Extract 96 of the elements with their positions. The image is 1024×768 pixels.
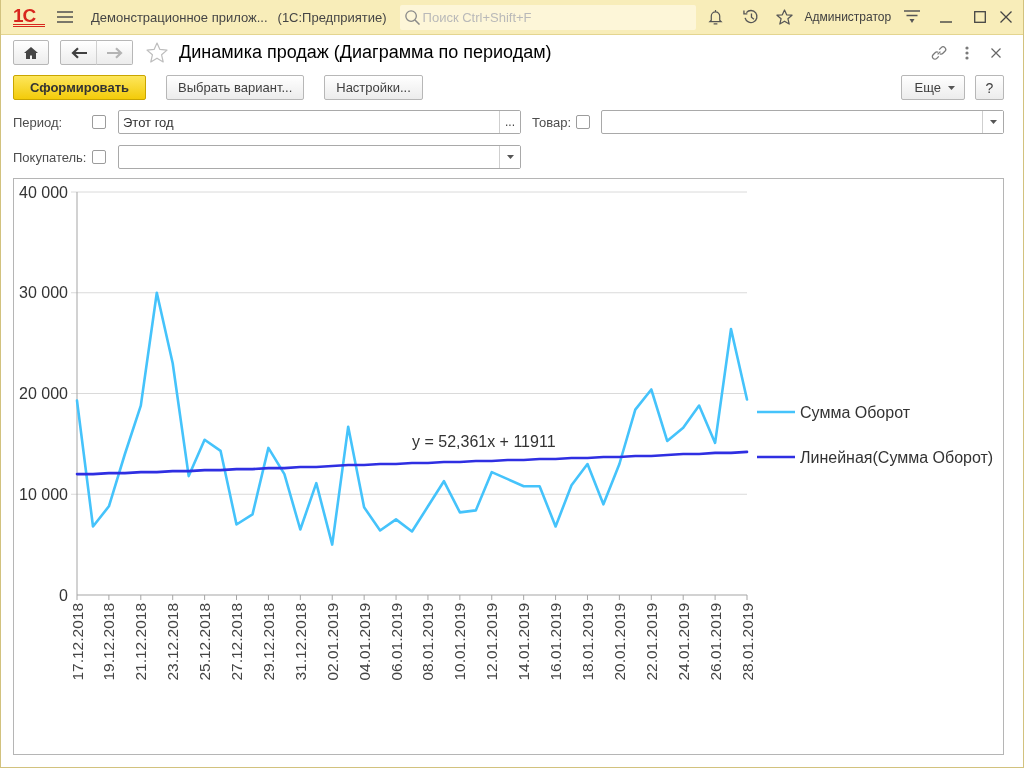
search-icon [404,9,420,25]
tick-mark [587,594,588,601]
choice-button[interactable]: ... [499,111,520,133]
field-label: Товар: [532,114,572,130]
caret-icon [506,155,514,159]
tick-mark [267,594,269,601]
axis-label: 0 [59,586,68,604]
tick-mark [395,594,397,601]
tick-mark [491,594,493,601]
axis-label: 12.01.2019 [483,603,501,681]
dropdown-button[interactable] [499,146,520,168]
tick-mark [363,594,365,601]
toolbar-button[interactable]: Выбрать вариант... [166,75,305,100]
checkbox[interactable] [92,115,106,129]
caret-icon [948,85,955,90]
axis-label: 22.01.2019 [642,603,660,681]
close-icon[interactable] [1000,11,1013,23]
tick-mark [523,594,525,601]
search-field[interactable]: Поиск Ctrl+Shift+F [399,4,696,30]
star-icon[interactable] [775,9,793,25]
tick-mark [714,594,716,601]
axis-label: 25.12.2018 [196,603,214,681]
axis-label: 06.01.2019 [387,603,405,681]
axis-label: 40 000 [19,183,68,201]
checkbox[interactable] [92,150,106,164]
axis-label: 24.01.2019 [674,603,692,681]
axis-label: 08.01.2019 [419,603,437,681]
input-field[interactable] [601,110,1004,134]
trend-equation: y = 52,361x + 11911 [412,433,556,450]
form-title: Динамика продаж (Диаграмма по периодам) [179,42,552,63]
axis-label: 02.01.2019 [323,603,341,681]
more-button[interactable]: Еще [900,75,965,100]
home-button[interactable] [13,40,49,65]
axis-label: 28.01.2019 [738,603,756,681]
list-caret-icon[interactable] [904,10,921,24]
tick-mark [650,594,652,601]
legend-label: Сумма Оборот [800,404,910,421]
tick-mark [555,594,557,601]
input-field[interactable] [118,145,521,169]
dropdown-button[interactable] [982,111,1003,133]
tick-mark [459,594,461,601]
axis-label: 26.01.2019 [706,603,724,681]
tick-mark [682,594,684,601]
field-label: Покупатель: [13,149,88,165]
star-icon[interactable] [146,42,168,63]
arrow-right-icon [106,46,123,59]
axis-label: 30 000 [19,284,68,302]
checkbox[interactable] [576,115,590,129]
axis-label: 14.01.2019 [515,603,533,681]
app-logo: 1С [13,7,45,27]
axis-label: 18.01.2019 [579,603,596,681]
tick-mark [236,594,237,601]
bell-icon[interactable] [707,9,723,25]
arrow-left-icon [70,46,87,59]
axis-label: 17.12.2018 [68,603,86,681]
tick-mark [76,594,78,601]
toolbar-button[interactable]: Настройки... [324,75,423,100]
axis-label: 19.12.2018 [100,603,118,681]
help-button[interactable]: ? [975,75,1004,100]
user-name[interactable]: Администратор [804,10,892,24]
tick-mark [746,594,748,601]
axis-label: 21.12.2018 [132,603,150,681]
house-icon [24,46,38,59]
minimize-icon[interactable] [940,21,953,23]
axis-label: 04.01.2019 [355,603,373,681]
axis-label: 29.12.2018 [259,603,277,681]
axis-label: 20.01.2019 [610,603,628,681]
caret-icon [989,120,997,124]
back-button[interactable] [60,40,97,65]
tick-mark [331,594,333,601]
axis-label: 20 000 [19,385,68,402]
field-label: Период: [13,114,64,130]
legend-label: Линейная(Сумма Оборот) [800,449,994,466]
menu-icon[interactable] [57,11,73,23]
tick-mark [108,594,110,601]
axis-label: 23.12.2018 [164,603,182,681]
tick-mark [140,594,142,601]
tick-mark [618,594,620,601]
link-icon[interactable] [931,44,947,61]
history-icon[interactable] [742,9,759,25]
axis-label: 10 000 [19,485,68,503]
close-icon[interactable] [991,47,1001,58]
generate-button[interactable]: Сформировать [13,75,147,100]
tick-mark [427,594,429,601]
axis-label: 16.01.2019 [547,603,565,681]
input-field[interactable]: Этот год ... [118,110,521,134]
tick-mark [299,594,301,601]
tick-mark [172,594,174,601]
axis-label: 10.01.2019 [451,603,469,681]
maximize-icon[interactable] [974,11,987,23]
tick-mark [204,594,206,601]
platform-name: (1С:Предприятие) [277,9,387,25]
vertical-dots-icon[interactable] [965,45,969,60]
axis-label: 31.12.2018 [291,603,309,681]
axis-label: 27.12.2018 [228,603,245,681]
app-title: Демонстрационное прилож... [91,9,268,25]
